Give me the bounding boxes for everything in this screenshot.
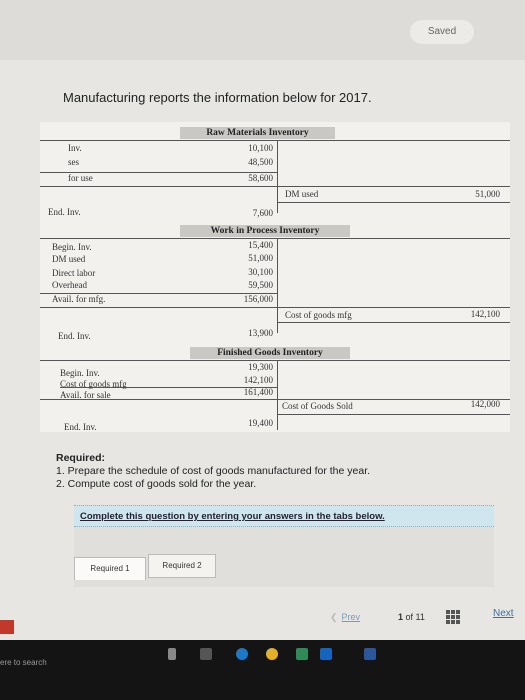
divider: [277, 322, 510, 323]
finished-goods-header: Finished Goods Inventory: [190, 347, 350, 359]
wip-right-label: Cost of goods mfg: [285, 310, 352, 320]
next-button[interactable]: Next: [493, 608, 514, 619]
divider: [40, 307, 510, 308]
divider: [40, 186, 510, 187]
wip-value-2: 30,100: [248, 267, 273, 277]
prev-label: Prev: [341, 612, 361, 622]
wip-label-2: Direct labor: [52, 268, 96, 278]
word-icon[interactable]: [364, 648, 376, 660]
edge-icon[interactable]: [236, 648, 248, 660]
fg-right-value: 142,000: [470, 399, 500, 409]
task-view-icon[interactable]: [200, 648, 212, 660]
wip-label-0: Begin. Inv.: [52, 242, 92, 252]
wip-header: Work in Process Inventory: [180, 225, 350, 237]
fg-end-label: End. Inv.: [64, 422, 97, 432]
problem-intro: Manufacturing reports the information be…: [63, 90, 372, 105]
page-indicator: 1 of 11: [398, 612, 425, 622]
store-icon[interactable]: [296, 648, 308, 660]
grid-icon[interactable]: [446, 610, 460, 624]
tab-required-2[interactable]: Required 2: [148, 554, 216, 578]
chevron-left-icon: ❮: [330, 612, 338, 622]
fg-value-2: 161,400: [243, 387, 273, 397]
required-section: Required: 1. Prepare the schedule of cos…: [56, 452, 370, 491]
rm-end-value: 7,600: [252, 208, 273, 218]
wip-value-0: 15,400: [248, 240, 273, 250]
prev-button[interactable]: ❮ Prev: [330, 612, 360, 623]
fg-value-1: 142,100: [243, 375, 273, 385]
rm-value-1: 48,500: [248, 157, 273, 167]
rm-value-2: 58,600: [248, 173, 273, 183]
rm-right-label: DM used: [285, 189, 319, 199]
wip-label-3: Overhead: [52, 280, 87, 290]
fg-value-0: 19,300: [248, 362, 273, 372]
rm-end-label: End. Inv.: [48, 207, 81, 217]
tab-strip: Required 1 Required 2: [74, 527, 494, 587]
taskbar: ere to search: [0, 640, 525, 700]
outlook-icon[interactable]: [320, 648, 332, 660]
divider: [277, 238, 278, 333]
divider: [277, 202, 510, 203]
tab-required-1[interactable]: Required 1: [74, 557, 146, 580]
t-accounts-sheet: Raw Materials Inventory Inv. ses for use…: [40, 122, 510, 432]
page-number: 1: [398, 612, 404, 622]
fg-right-label: Cost of Goods Sold: [282, 401, 353, 411]
required-heading: Required:: [56, 452, 106, 464]
rm-value-0: 10,100: [248, 143, 273, 153]
wip-right-value: 142,100: [470, 309, 500, 319]
divider: [40, 238, 510, 239]
wip-value-3: 59,500: [248, 280, 273, 290]
required-item-2: 2. Compute cost of goods sold for the ye…: [56, 478, 257, 490]
raw-materials-header: Raw Materials Inventory: [180, 127, 335, 139]
page-total: of 11: [405, 612, 425, 622]
side-badge: [0, 620, 14, 634]
divider: [277, 360, 278, 430]
chrome-icon[interactable]: [266, 648, 278, 660]
saved-indicator: Saved: [410, 20, 474, 44]
rm-label-1: ses: [68, 157, 79, 167]
fg-end-value: 19,400: [248, 418, 273, 428]
instructions-banner: Complete this question by entering your …: [74, 505, 494, 527]
wip-end-label: End. Inv.: [58, 331, 91, 341]
rm-right-value: 51,000: [475, 189, 500, 199]
required-item-1: 1. Prepare the schedule of cost of goods…: [56, 465, 371, 477]
wip-value-4: 156,000: [243, 294, 273, 304]
divider: [40, 360, 510, 361]
taskbar-search[interactable]: ere to search: [0, 658, 47, 667]
wip-end-value: 13,900: [248, 328, 273, 338]
wip-label-4: Avail. for mfg.: [52, 294, 106, 304]
divider: [277, 414, 510, 415]
rm-label-0: Inv.: [68, 143, 82, 153]
mic-icon[interactable]: [168, 648, 176, 660]
fg-label-0: Begin. Inv.: [60, 368, 100, 378]
screen: Saved Manufacturing reports the informat…: [0, 0, 525, 640]
divider: [40, 140, 510, 141]
wip-label-1: DM used: [52, 254, 86, 264]
top-bar: Saved: [0, 0, 525, 60]
wip-value-1: 51,000: [248, 253, 273, 263]
rm-label-2: for use: [68, 173, 93, 183]
